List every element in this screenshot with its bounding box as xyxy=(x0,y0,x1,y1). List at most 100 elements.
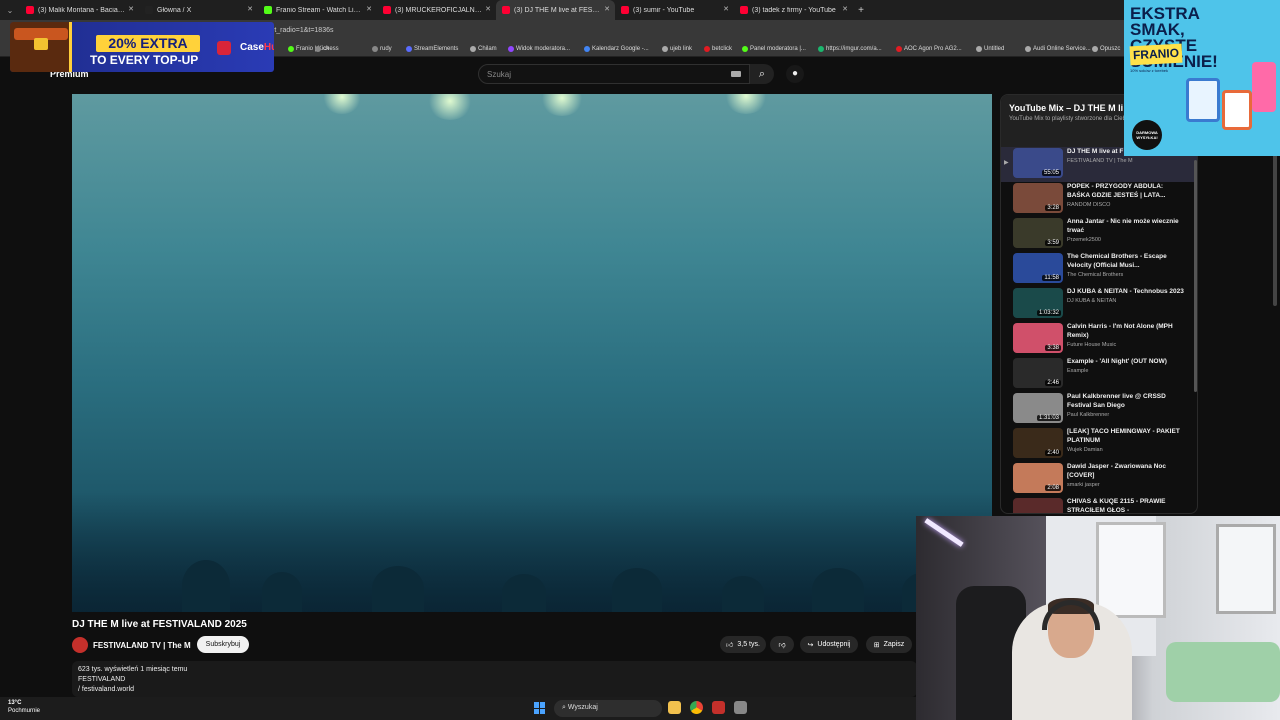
bookmark-item[interactable]: Untitled xyxy=(976,46,1004,52)
bookmark-icon xyxy=(508,46,514,52)
video-thumbnail[interactable]: 1:31:03 xyxy=(1013,393,1063,423)
bookmark-item[interactable]: AOC Agon Pro AG2... xyxy=(896,46,962,52)
video-duration: 3:28 xyxy=(1045,205,1061,211)
bookmark-label: chess xyxy=(323,46,339,52)
bookmark-item[interactable]: Kalendarz Google -... xyxy=(584,46,649,52)
playlist-item-title: Anna Jantar - Nic nie może wiecznie trwa… xyxy=(1067,218,1179,234)
subscribe-button[interactable]: Subskrybuj xyxy=(197,636,249,653)
close-tab-icon[interactable]: ✕ xyxy=(485,5,491,13)
playlist-item[interactable]: 1:03:32 DJ KUBA & NEITAN - Technobus 2023… xyxy=(1001,287,1197,322)
bookmark-item[interactable]: Opuszc xyxy=(1092,46,1120,52)
app-icon[interactable] xyxy=(712,701,725,714)
tab-title: (3) Malik Montana - Baciata (D xyxy=(38,6,126,14)
tab-search-icon[interactable]: ⌄ xyxy=(0,6,20,15)
bookmark-label: Kalendarz Google -... xyxy=(592,46,649,52)
playlist-item[interactable]: 2:08 Dawid Jasper - Zwariowana Noc [COVER… xyxy=(1001,462,1197,497)
bookmark-icon xyxy=(470,46,476,52)
bookmark-icon xyxy=(704,46,710,52)
video-thumbnail[interactable]: 3:38 xyxy=(1013,323,1063,353)
bookmark-icon xyxy=(372,46,378,52)
chrome-icon[interactable] xyxy=(690,701,703,714)
brand-part-b: Hug xyxy=(263,42,274,53)
video-thumbnail[interactable]: 2:46 xyxy=(1013,358,1063,388)
playlist-item[interactable]: 3:59 Anna Jantar - Nic nie może wiecznie … xyxy=(1001,217,1197,252)
bookmark-label: ujeb link xyxy=(670,46,693,52)
video-duration: 3:59 xyxy=(1045,240,1061,246)
bookmark-item[interactable]: Chilam xyxy=(470,46,497,52)
video-thumbnail[interactable] xyxy=(1013,498,1063,513)
browser-tab[interactable]: Franio Stream - Watch Live on K✕ xyxy=(258,0,377,20)
video-thumbnail[interactable]: 55:05 xyxy=(1013,148,1063,178)
video-thumbnail[interactable]: 3:28 xyxy=(1013,183,1063,213)
close-tab-icon[interactable]: ✕ xyxy=(604,5,610,13)
bookmark-item[interactable]: ujeb link xyxy=(662,46,692,52)
casehug-ad-banner[interactable]: 20% EXTRA TO EVERY TOP-UP CaseHug xyxy=(10,22,274,72)
close-tab-icon[interactable]: ✕ xyxy=(723,5,729,13)
tab-title: Franio Stream - Watch Live on K xyxy=(276,6,364,14)
video-thumbnail[interactable]: 11:58 xyxy=(1013,253,1063,283)
new-tab-button[interactable]: + xyxy=(853,5,869,16)
description-box[interactable]: 623 tys. wyświetleń 1 miesiąc temu FESTI… xyxy=(72,661,917,697)
bookmark-icon xyxy=(288,46,294,52)
windows-start-icon[interactable] xyxy=(534,702,546,714)
video-thumbnail[interactable]: 3:59 xyxy=(1013,218,1063,248)
close-tab-icon[interactable]: ✕ xyxy=(128,5,134,13)
bookmark-item[interactable]: https://imgur.com/a... xyxy=(818,46,882,52)
browser-tab[interactable]: (3) DJ THE M live at FESTIVALAN✕ xyxy=(496,0,615,20)
save-button[interactable]: ⊞ Zapisz xyxy=(866,636,912,653)
close-tab-icon[interactable]: ✕ xyxy=(842,5,848,13)
bookmark-icon xyxy=(315,46,321,52)
bookmark-item[interactable]: StreamElements xyxy=(406,46,458,52)
keyboard-icon[interactable] xyxy=(731,71,741,77)
video-duration: 2:40 xyxy=(1045,450,1061,456)
playlist-scrollbar[interactable] xyxy=(1194,160,1197,392)
playlist-item[interactable]: 3:28 POPEK - PRZYGODY ABDULA: BAŚKA GDZIE… xyxy=(1001,182,1197,217)
dislike-button[interactable]: 👎︎ xyxy=(770,636,794,653)
video-player[interactable] xyxy=(72,94,992,612)
bookmark-item[interactable]: rudy xyxy=(372,46,392,52)
browser-tab[interactable]: (3) tadek z firmy - YouTube ✕ xyxy=(734,0,853,20)
channel-avatar[interactable] xyxy=(72,637,88,653)
bookmark-label: AOC Agon Pro AG2... xyxy=(904,46,962,52)
bookmark-icon xyxy=(742,46,748,52)
video-thumbnail[interactable]: 1:03:32 xyxy=(1013,288,1063,318)
browser-tab[interactable]: (3) Malik Montana - Baciata (D ✕ xyxy=(20,0,139,20)
search-button[interactable]: ⌕ xyxy=(750,64,774,84)
video-thumbnail[interactable]: 2:08 xyxy=(1013,463,1063,493)
bookmark-item[interactable]: Audi Online Service... xyxy=(1025,46,1091,52)
playlist-item-channel: FESTIVALAND TV | The M xyxy=(1067,158,1133,164)
bookmark-item[interactable]: betclick xyxy=(704,46,732,52)
search-input[interactable]: Szukaj xyxy=(478,64,750,84)
weather-widget[interactable]: 13°C Pochmurnie xyxy=(8,699,40,715)
playlist-item[interactable]: 3:38 Calvin Harris - I'm Not Alone (MPH R… xyxy=(1001,322,1197,357)
file-explorer-icon[interactable] xyxy=(668,701,681,714)
playlist-item[interactable]: CHIVAS & KUQE 2115 - PRAWIE STRACIŁEM GŁ… xyxy=(1001,497,1197,513)
bookmark-item[interactable]: Widok moderatora... xyxy=(508,46,570,52)
playlist-item-title: DJ KUBA & NEITAN - Technobus 2023 xyxy=(1067,288,1184,295)
channel-name[interactable]: FESTIVALAND TV | The M xyxy=(93,641,191,650)
browser-tab[interactable]: (3) MRUCKEROFICJALNIE GDZIE✕ xyxy=(377,0,496,20)
browser-tab[interactable]: (3) sumir - YouTube ✕ xyxy=(615,0,734,20)
video-thumbnail[interactable]: 2:40 xyxy=(1013,428,1063,458)
share-button[interactable]: ↪ Udostępnij xyxy=(800,636,858,653)
description-link[interactable]: / festivaland.world xyxy=(78,685,911,695)
share-icon: ↪ xyxy=(807,641,814,649)
like-button[interactable]: 👍︎ 3,5 tys. xyxy=(720,636,766,653)
address-url[interactable]: rt_radio=1&t=1836s xyxy=(272,27,334,34)
close-tab-icon[interactable]: ✕ xyxy=(366,5,372,13)
playlist-item[interactable]: 2:40 [LEAK] TACO HEMINGWAY - PAKIET PLATI… xyxy=(1001,427,1197,462)
playlist-item-title: The Chemical Brothers - Escape Velocity … xyxy=(1067,253,1167,269)
bookmark-item[interactable]: Panel moderatora |... xyxy=(742,46,806,52)
app-icon[interactable] xyxy=(734,701,747,714)
bookmark-item[interactable]: chess xyxy=(315,46,339,52)
voice-search-button[interactable]: ● xyxy=(786,65,804,83)
close-tab-icon[interactable]: ✕ xyxy=(247,5,253,13)
bookmark-icon xyxy=(896,46,902,52)
taskbar-search[interactable]: ⌕ Wyszukaj xyxy=(554,700,662,717)
playlist-item[interactable]: 2:46 Example - 'All Night' (OUT NOW) Examp… xyxy=(1001,357,1197,392)
playlist-item[interactable]: 1:31:03 Paul Kalkbrenner live @ CRSSD Fes… xyxy=(1001,392,1197,427)
save-icon: ⊞ xyxy=(873,641,880,649)
playlist-panel: YouTube Mix – DJ THE M li YouTube Mix to… xyxy=(1000,94,1198,514)
playlist-item[interactable]: 11:58 The Chemical Brothers - Escape Velo… xyxy=(1001,252,1197,287)
browser-tab[interactable]: Główna / X ✕ xyxy=(139,0,258,20)
